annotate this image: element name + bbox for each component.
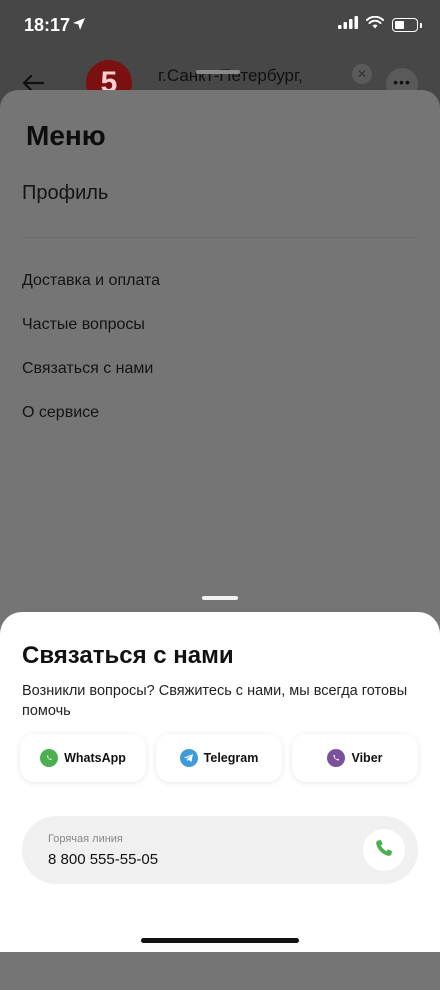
- sheet-drag-handle[interactable]: [202, 596, 238, 600]
- menu-item-about[interactable]: О сервисе: [22, 402, 160, 446]
- hotline-number[interactable]: 8 800 555-55-05: [48, 851, 158, 868]
- menu-grabber[interactable]: [196, 70, 240, 74]
- call-button[interactable]: [363, 829, 405, 871]
- battery-tip: [420, 22, 422, 28]
- whatsapp-label: WhatsApp: [64, 751, 126, 765]
- menu-item-delivery[interactable]: Доставка и оплата: [22, 270, 160, 314]
- home-indicator: [141, 938, 299, 943]
- whatsapp-icon: [40, 749, 59, 767]
- signal-icon: [338, 16, 358, 34]
- whatsapp-button[interactable]: WhatsApp: [20, 734, 146, 782]
- menu-item-contact[interactable]: Связаться с нами: [22, 358, 160, 402]
- close-icon[interactable]: ✕: [352, 64, 372, 84]
- telegram-icon: [179, 749, 198, 767]
- menu-item-profile[interactable]: Профиль: [22, 182, 108, 205]
- battery-icon: [392, 18, 418, 32]
- menu-item-faq[interactable]: Частые вопросы: [22, 314, 160, 358]
- telegram-label: Telegram: [203, 751, 259, 765]
- viber-icon: [327, 749, 346, 767]
- menu-divider: [22, 237, 418, 238]
- hotline-label: Горячая линия: [48, 833, 123, 845]
- status-time: 18:17: [24, 15, 71, 35]
- wifi-icon: [366, 15, 384, 34]
- contact-subtitle: Возникли вопросы? Свяжитесь с нами, мы в…: [22, 683, 408, 719]
- phone-icon: [374, 838, 394, 863]
- location-arrow-icon: [72, 17, 86, 36]
- menu-title: Меню: [26, 120, 106, 151]
- viber-button[interactable]: Viber: [292, 734, 418, 782]
- menu-list: Доставка и оплата Частые вопросы Связать…: [22, 270, 160, 446]
- messenger-buttons: WhatsApp Telegram Viber: [20, 734, 418, 782]
- city-address[interactable]: г.Санкт-Петербург,: [158, 66, 303, 86]
- viber-label: Viber: [351, 751, 383, 765]
- hotline-card: Горячая линия 8 800 555-55-05: [22, 816, 418, 884]
- contact-sheet: Связаться с нами Возникли вопросы? Свяжи…: [0, 612, 440, 952]
- contact-title: Связаться с нами: [22, 642, 234, 669]
- status-indicators: [338, 15, 422, 34]
- telegram-button[interactable]: Telegram: [156, 734, 282, 782]
- status-bar: 18:17: [0, 0, 440, 52]
